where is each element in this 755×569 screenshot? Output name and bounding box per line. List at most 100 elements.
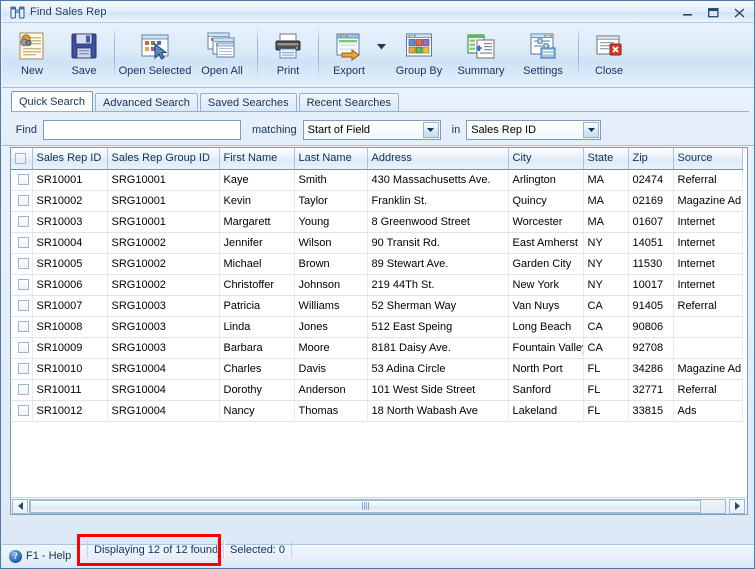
cell-sales-rep-group-id: SRG10001 [107,190,220,212]
print-button[interactable]: Print [262,23,314,85]
export-button[interactable]: Export [323,23,375,85]
row-select-cell[interactable] [11,337,33,359]
row-select-cell[interactable] [11,232,33,254]
row-checkbox[interactable] [17,195,29,207]
row-checkbox[interactable] [17,258,29,270]
save-button[interactable]: Save [58,23,110,85]
cell-sales-rep-group-id: SRG10004 [107,358,220,380]
row-checkbox[interactable] [17,321,29,333]
results-grid[interactable]: Sales Rep ID Sales Rep Group ID First Na… [10,147,748,515]
row-select-cell[interactable] [11,253,33,275]
row-select-cell[interactable] [11,169,33,191]
column-header-address[interactable]: Address [367,148,509,170]
row-checkbox[interactable] [17,216,29,228]
table-row[interactable]: SR10001 SRG10001 Kaye Smith 430 Massachusett… [11,169,743,191]
column-header-sales-rep-group-id[interactable]: Sales Rep Group ID [107,148,220,170]
column-header-first-name[interactable]: First Name [219,148,295,170]
maximize-button[interactable] [701,4,725,21]
help-button[interactable]: ? F1 - Help [2,549,71,563]
scroll-left-arrow[interactable] [12,498,28,514]
row-checkbox[interactable] [17,405,29,417]
table-row[interactable]: SR10004 SRG10002 Jennifer Wilson 90 Transit … [11,232,743,254]
select-all-header[interactable] [11,148,33,170]
export-dropdown-button[interactable] [375,23,388,85]
table-row[interactable]: SR10002 SRG10001 Kevin Taylor Franklin St. Qu… [11,190,743,212]
search-input[interactable] [43,119,241,140]
cell-zip: 02169 [628,190,674,212]
select-all-checkbox[interactable] [15,152,26,164]
tab-saved-searches-label: Saved Searches [207,96,289,109]
summary-button[interactable]: Summary [450,23,512,85]
settings-button[interactable]: Settings [512,23,574,85]
row-select-cell[interactable] [11,295,33,317]
horizontal-scroll-thumb[interactable] [30,499,701,513]
row-select-cell[interactable] [11,211,33,233]
toolbar-separator-3 [318,26,319,78]
close-button[interactable] [727,4,751,21]
cell-first-name: Kevin [219,190,295,212]
new-button[interactable]: New [6,23,58,85]
group-by-button[interactable]: Group By [388,23,450,85]
cell-sales-rep-id: SR10012 [32,400,108,422]
minimize-button[interactable] [675,4,699,21]
scroll-right-arrow[interactable] [729,498,745,514]
cell-source: Internet [673,211,743,233]
table-row[interactable]: SR10007 SRG10003 Patricia Williams 52 Sherma… [11,295,743,317]
cell-source: Magazine Ad [673,190,743,212]
cell-last-name: Taylor [294,190,368,212]
row-checkbox[interactable] [17,384,29,396]
row-select-cell[interactable] [11,316,33,338]
cell-last-name: Moore [294,337,368,359]
horizontal-scroll-track[interactable] [29,498,726,514]
table-row[interactable]: SR10009 SRG10003 Barbara Moore 8181 Daisy Av… [11,337,743,359]
row-checkbox[interactable] [17,279,29,291]
row-checkbox[interactable] [17,300,29,312]
row-select-cell[interactable] [11,274,33,296]
table-row[interactable]: SR10006 SRG10002 Christoffer Johnson 219 44T… [11,274,743,296]
close-window-icon [594,29,624,63]
row-checkbox[interactable] [17,237,29,249]
table-row[interactable]: SR10003 SRG10001 Margarett Young 8 Greenwood… [11,211,743,233]
table-row[interactable]: SR10010 SRG10004 Charles Davis 53 Adina Circ… [11,358,743,380]
find-label: Find [15,123,37,136]
row-select-cell[interactable] [11,190,33,212]
column-header-source[interactable]: Source [673,148,743,170]
column-header-sales-rep-id[interactable]: Sales Rep ID [32,148,108,170]
open-selected-button[interactable]: Open Selected [119,23,191,85]
column-header-last-name[interactable]: Last Name [294,148,368,170]
table-row[interactable]: SR10011 SRG10004 Dorothy Anderson 101 West S… [11,379,743,401]
cell-address: 53 Adina Circle [367,358,509,380]
row-select-cell[interactable] [11,358,33,380]
column-header-city[interactable]: City [508,148,584,170]
row-checkbox[interactable] [17,174,29,186]
table-row[interactable]: SR10005 SRG10002 Michael Brown 89 Stewart Av… [11,253,743,275]
table-row[interactable]: SR10012 SRG10004 Nancy Thomas 18 North Wabas… [11,400,743,422]
tab-advanced-search[interactable]: Advanced Search [95,93,198,111]
cell-sales-rep-id: SR10011 [32,379,108,401]
toolbar-separator-1 [114,26,115,78]
column-header-zip[interactable]: Zip [628,148,674,170]
matching-mode-select[interactable]: Start of Field [302,119,441,140]
cell-city: Quincy [508,190,584,212]
column-header-state[interactable]: State [583,148,629,170]
row-checkbox[interactable] [17,342,29,354]
row-select-cell[interactable] [11,400,33,422]
tab-saved-searches[interactable]: Saved Searches [199,93,297,111]
close-toolbar-button[interactable]: Close [583,23,635,85]
search-field-select[interactable]: Sales Rep ID [466,119,602,140]
displaying-count-status: Displaying 12 of 12 found [87,541,226,558]
group-by-button-label: Group By [395,65,443,77]
table-row[interactable]: SR10008 SRG10003 Linda Jones 512 East Speing… [11,316,743,338]
new-button-label: New [20,65,43,77]
open-all-button[interactable]: Open All [191,23,253,85]
tab-recent-searches[interactable]: Recent Searches [298,93,399,111]
cell-address: 89 Stewart Ave. [367,253,509,275]
save-button-label: Save [71,65,97,77]
cell-zip: 90806 [628,316,674,338]
cell-address: 8 Greenwood Street [367,211,509,233]
tab-quick-search[interactable]: Quick Search [11,91,94,111]
cell-state: MA [583,169,629,191]
horizontal-scrollbar[interactable] [11,497,747,514]
row-select-cell[interactable] [11,379,33,401]
row-checkbox[interactable] [17,363,29,375]
